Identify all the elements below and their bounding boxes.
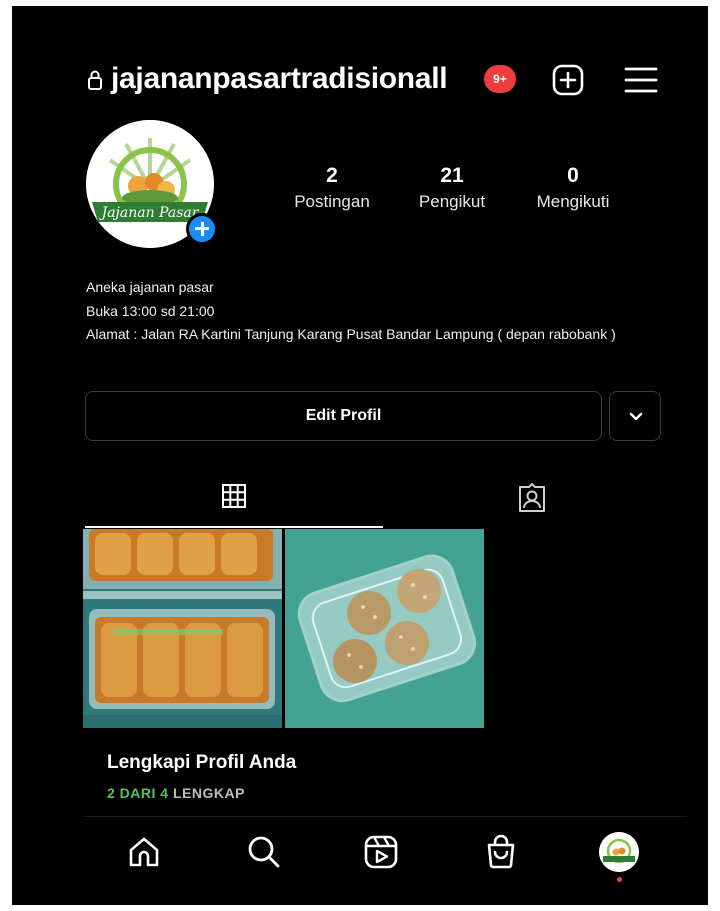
progress-done: 2 DARI 4 — [107, 785, 169, 801]
posts-count: 2 — [326, 164, 338, 187]
bio-line-2: Buka 13:00 sd 21:00 — [86, 302, 215, 319]
post-thumbnail[interactable] — [83, 529, 282, 728]
lock-icon — [88, 70, 102, 90]
posts-label: Postingan — [294, 192, 370, 211]
username-switcher[interactable]: jajananpasartradisionall — [111, 62, 448, 96]
stat-following[interactable]: 0 Mengikuti — [518, 164, 628, 212]
edit-profile-button[interactable]: Edit Profil — [85, 391, 602, 441]
notification-badge[interactable]: 9+ — [484, 65, 516, 93]
progress-rest: LENGKAP — [172, 785, 245, 801]
stat-posts[interactable]: 2 Postingan — [277, 164, 387, 212]
bio-line-3: Alamat : Jalan RA Kartini Tanjung Karang… — [86, 326, 616, 342]
bio-line-1: Aneka jajanan pasar — [86, 279, 214, 295]
complete-profile-title: Lengkapi Profil Anda — [107, 752, 297, 773]
home-icon[interactable] — [126, 834, 162, 870]
followers-label: Pengikut — [418, 192, 486, 211]
grid-icon — [222, 484, 246, 508]
followers-count: 21 — [440, 164, 464, 187]
profile-screen: jajananpasartradisionall 9+ Jajanan Pasa… — [12, 6, 708, 905]
tab-posts-grid[interactable] — [85, 472, 383, 528]
following-count: 0 — [567, 164, 579, 187]
new-post-icon[interactable] — [552, 64, 584, 96]
tagged-icon — [519, 483, 545, 512]
profile-notification-dot — [617, 877, 622, 882]
post-image-sesame-balls — [285, 529, 484, 728]
shop-icon[interactable] — [483, 834, 519, 870]
complete-profile-progress: 2 DARI 4 LENGKAP — [107, 785, 245, 801]
following-label: Mengikuti — [536, 192, 610, 211]
profile-tab-avatar[interactable] — [599, 832, 639, 872]
tab-tagged[interactable] — [387, 472, 685, 528]
post-image-fried-snacks — [83, 529, 282, 728]
reels-icon[interactable] — [363, 834, 399, 870]
post-thumbnail[interactable] — [285, 529, 484, 728]
profile-header: jajananpasartradisionall 9+ — [12, 56, 708, 104]
profile-avatar-mini-icon — [599, 832, 639, 872]
profile-bio: Aneka jajanan pasar Buka 13:00 sd 21:00 … — [86, 276, 646, 347]
discover-people-button[interactable] — [609, 391, 661, 441]
chevron-down-icon — [629, 412, 643, 421]
active-tab-indicator — [85, 526, 383, 528]
stat-followers[interactable]: 21 Pengikut — [397, 164, 507, 212]
menu-icon[interactable] — [624, 66, 658, 94]
bottom-nav-divider — [83, 816, 687, 817]
add-story-button[interactable] — [186, 213, 218, 245]
logo-text: Jajanan Pasar — [99, 205, 200, 221]
search-icon[interactable] — [246, 834, 282, 870]
